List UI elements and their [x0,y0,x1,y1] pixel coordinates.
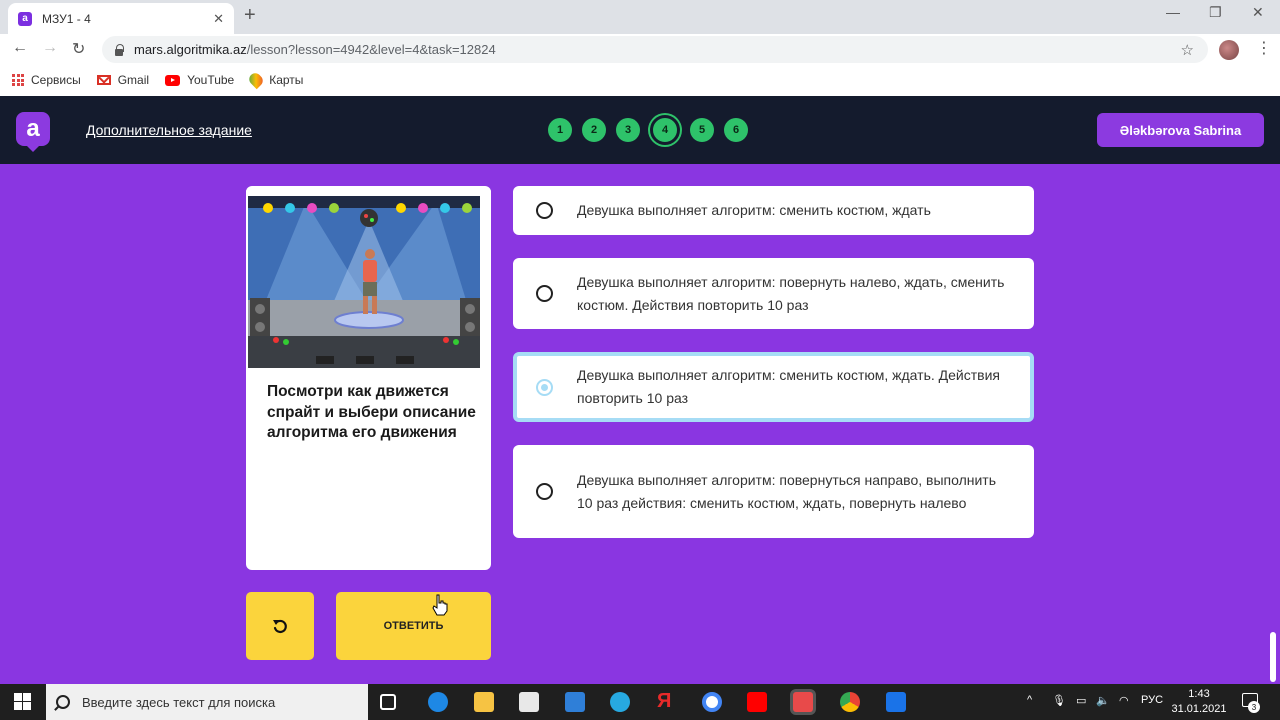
notification-count-badge: 3 [1248,701,1260,713]
site-favicon-icon: a [18,11,32,26]
step-3[interactable]: 3 [616,118,640,142]
windows-start-icon[interactable] [14,693,31,710]
question-text: Посмотри как движется спрайт и выбери оп… [267,383,476,441]
windows-taskbar: Введите здесь текст для поиска Я ^ 🎙 ▭ 🔈… [0,684,1280,720]
app-header: a Дополнительное задание 1 2 3 4 5 6 Ələ… [0,96,1280,164]
google-icon[interactable] [702,692,722,712]
bookmark-star-icon[interactable]: ☆ [1181,41,1194,59]
radio-button-selected[interactable] [536,378,553,396]
video-app-icon[interactable] [886,692,906,712]
file-explorer-icon[interactable] [474,692,494,712]
gmail-icon [96,75,111,85]
step-2[interactable]: 2 [582,118,606,142]
answer-option-text: Девушка выполняет алгоритм: повернуть на… [577,273,1005,313]
algoritmika-logo[interactable]: a [16,112,50,152]
answer-button[interactable]: ОТВЕТИТЬ [336,592,491,660]
reset-icon [273,619,287,634]
mail-icon[interactable] [565,692,585,712]
minimize-icon[interactable]: — [1166,4,1180,20]
question-card: Посмотри как движется спрайт и выбери оп… [246,186,491,570]
screen-recorder-icon[interactable] [793,692,813,712]
address-bar: ← → ↻ mars.algoritmika.az/lesson?lesson=… [0,34,1280,64]
language-indicator[interactable]: РУС [1141,694,1163,706]
radio-button[interactable] [536,285,553,302]
radio-button[interactable] [536,202,553,219]
microphone-icon[interactable]: 🎙 [1052,694,1066,707]
yandex-icon[interactable]: Я [657,690,677,712]
system-clock[interactable]: 1:43 31.01.2021 [1168,687,1230,717]
answer-option-text: Девушка выполняет алгоритм: сменить кост… [577,367,1000,406]
answer-option-4[interactable]: Девушка выполняет алгоритм: повернуться … [513,445,1034,538]
sprite-stage-image [246,190,491,372]
bookmark-gmail[interactable]: Gmail [96,73,149,87]
bookmark-maps[interactable]: Карты [247,70,303,90]
scrollbar-thumb[interactable] [1270,632,1276,682]
answer-option-text: Девушка выполняет алгоритм: повернуться … [577,471,996,511]
answer-option-2[interactable]: Девушка выполняет алгоритм: повернуть на… [513,258,1034,329]
back-arrow-icon[interactable]: ← [12,39,28,57]
edge-icon[interactable] [610,692,630,712]
answer-option-3-selected[interactable]: Девушка выполняет алгоритм: сменить кост… [513,352,1034,422]
tray-chevron-icon[interactable]: ^ [1027,694,1032,706]
new-tab-button[interactable]: + [244,4,256,27]
battery-icon[interactable]: ▭ [1076,694,1086,707]
menu-dots-icon[interactable]: ⋮ [1256,38,1272,58]
youtube-app-icon[interactable] [747,692,767,712]
browser-tab-bar: a МЗУ1 - 4 ✕ + — ❐ ✕ [0,0,1280,34]
bookmark-youtube[interactable]: YouTube [165,73,234,87]
store-icon[interactable] [519,692,539,712]
step-5[interactable]: 5 [690,118,714,142]
bookmark-apps[interactable]: Сервисы [12,73,81,87]
answer-option-text: Девушка выполняет алгоритм: сменить кост… [577,202,931,218]
lock-icon[interactable] [114,43,124,56]
hand-cursor-icon [432,594,448,616]
edge-legacy-icon[interactable] [428,692,448,712]
youtube-icon [165,74,181,86]
step-1[interactable]: 1 [548,118,572,142]
browser-tab[interactable]: a МЗУ1 - 4 ✕ [8,3,234,34]
apps-grid-icon [12,74,24,86]
answer-option-1[interactable]: Девушка выполняет алгоритм: сменить кост… [513,186,1034,235]
restore-icon[interactable]: ❐ [1209,4,1222,21]
tab-close-icon[interactable]: ✕ [213,11,224,27]
radio-button[interactable] [536,483,553,500]
url-input[interactable]: mars.algoritmika.az/lesson?lesson=4942&l… [102,36,1208,63]
extra-task-link[interactable]: Дополнительное задание [86,122,252,138]
reload-icon[interactable]: ↻ [72,39,85,59]
profile-avatar[interactable] [1219,40,1239,60]
task-view-icon[interactable] [380,694,396,710]
step-4-active[interactable]: 4 [650,115,680,145]
user-name-button[interactable]: Ələkbərova Sabrina [1097,113,1264,147]
chrome-icon[interactable] [840,692,860,712]
url-text: mars.algoritmika.az/lesson?lesson=4942&l… [134,42,496,57]
search-icon [56,695,70,709]
tab-title: МЗУ1 - 4 [42,11,91,26]
step-indicator: 1 2 3 4 5 6 [548,115,758,145]
network-icon[interactable]: ◠ [1119,694,1129,707]
step-6[interactable]: 6 [724,118,748,142]
lesson-area: Посмотри как движется спрайт и выбери оп… [0,164,1280,684]
volume-icon[interactable]: 🔈 [1096,694,1110,707]
window-close-icon[interactable]: ✕ [1252,4,1264,21]
forward-arrow-icon[interactable]: → [42,39,58,57]
reset-button[interactable] [246,592,314,660]
taskbar-search-input[interactable]: Введите здесь текст для поиска [46,684,368,720]
bookmarks-bar: Сервисы Gmail YouTube Карты [0,64,1280,96]
maps-icon [247,70,266,90]
